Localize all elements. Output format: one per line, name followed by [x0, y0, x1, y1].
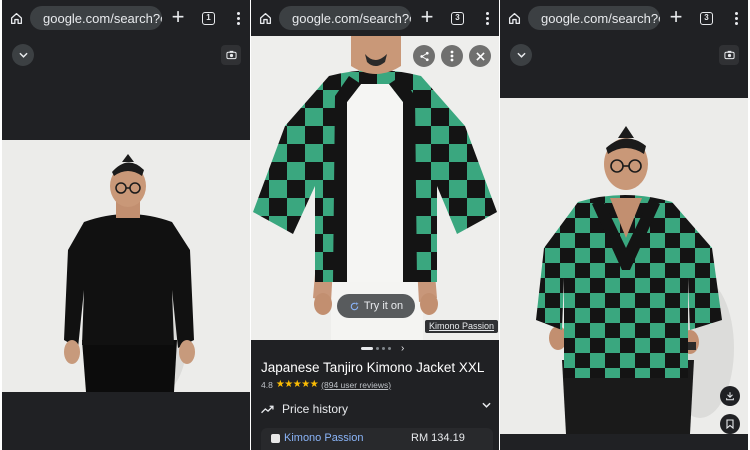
new-tab-button[interactable]: + — [417, 0, 437, 36]
home-button[interactable] — [2, 0, 30, 36]
camera-search-icon — [225, 50, 237, 60]
browser-toolbar: google.com/search?c + 3 — [251, 0, 499, 36]
product-title: Japanese Tanjiro Kimono Jacket XXL — [261, 360, 485, 375]
phone-screen-1: google.com/search?c + 1 — [2, 0, 250, 450]
trending-icon — [261, 405, 274, 413]
visual-search-button[interactable] — [221, 45, 241, 65]
rating-row: 4.8 ★★★★★ (894 user reviews) — [261, 379, 391, 390]
tab-switcher-button[interactable]: 3 — [700, 12, 713, 25]
new-tab-button[interactable]: + — [666, 0, 686, 36]
tab-switcher-button[interactable]: 1 — [202, 12, 215, 25]
new-tab-button[interactable]: + — [168, 0, 188, 36]
tab-switcher-button[interactable]: 3 — [451, 12, 464, 25]
seller-name[interactable]: Kimono Passion — [284, 432, 364, 444]
model-photo-black-shirt — [64, 154, 195, 395]
home-icon — [259, 12, 271, 24]
sparkle-refresh-icon — [350, 301, 359, 310]
download-button[interactable] — [720, 386, 740, 406]
share-icon — [419, 51, 429, 61]
home-button[interactable] — [500, 0, 528, 36]
visual-search-button[interactable] — [719, 45, 739, 65]
browser-toolbar: google.com/search?c + 1 — [2, 0, 250, 36]
collapse-button[interactable] — [12, 44, 34, 66]
rating-value: 4.8 — [261, 379, 273, 390]
image-carousel-indicator[interactable] — [361, 347, 391, 350]
home-button[interactable] — [251, 0, 279, 36]
url-text: google.com/search?c — [541, 10, 660, 26]
download-icon — [726, 392, 734, 401]
browser-menu-button[interactable] — [232, 0, 244, 36]
source-badge[interactable]: Kimono Passion — [425, 320, 499, 333]
seller-offer-card[interactable]: Kimono Passion RM 134.19 — [261, 428, 493, 450]
price-history-label: Price history — [282, 402, 349, 416]
url-text: google.com/search?c — [43, 10, 162, 26]
chevron-down-icon — [482, 402, 491, 408]
bookmark-icon — [726, 419, 734, 429]
product-info-panel: › Japanese Tanjiro Kimono Jacket XXL 4.8… — [251, 340, 499, 450]
address-bar[interactable]: google.com/search?c — [30, 6, 162, 30]
phone-screen-2: google.com/search?c + 3 Try it on Kimono… — [251, 0, 499, 450]
close-icon — [475, 51, 485, 61]
chevron-down-icon — [18, 52, 28, 58]
more-vert-icon — [450, 50, 454, 62]
browser-menu-button[interactable] — [481, 0, 493, 36]
address-bar[interactable]: google.com/search?c — [528, 6, 660, 30]
address-bar[interactable]: google.com/search?c — [279, 6, 411, 30]
home-icon — [10, 12, 22, 24]
try-on-result-photo[interactable] — [500, 98, 748, 434]
star-rating: ★★★★★ — [275, 379, 319, 390]
camera-search-icon — [723, 50, 735, 60]
save-button[interactable] — [720, 414, 740, 434]
share-button[interactable] — [413, 45, 435, 67]
browser-menu-button[interactable] — [730, 0, 742, 36]
try-it-on-button[interactable]: Try it on — [337, 294, 415, 318]
reviews-link[interactable]: (894 user reviews) — [321, 380, 391, 390]
seller-favicon — [271, 434, 280, 443]
url-text: google.com/search?c — [292, 10, 411, 26]
price-history-row[interactable]: Price history — [261, 400, 493, 418]
seller-price: RM 134.19 — [411, 432, 465, 444]
try-it-on-label: Try it on — [363, 300, 404, 312]
product-photo[interactable] — [2, 140, 250, 395]
close-button[interactable] — [469, 45, 491, 67]
home-icon — [508, 12, 520, 24]
carousel-next-button[interactable]: › — [401, 343, 404, 354]
model-photo-wearing-kimono — [536, 126, 734, 434]
browser-toolbar: google.com/search?c + 3 — [500, 0, 748, 36]
chevron-down-icon — [516, 52, 526, 58]
more-options-button[interactable] — [441, 45, 463, 67]
collapse-button[interactable] — [510, 44, 532, 66]
phone-screen-3: google.com/search?c + 3 — [500, 0, 748, 450]
